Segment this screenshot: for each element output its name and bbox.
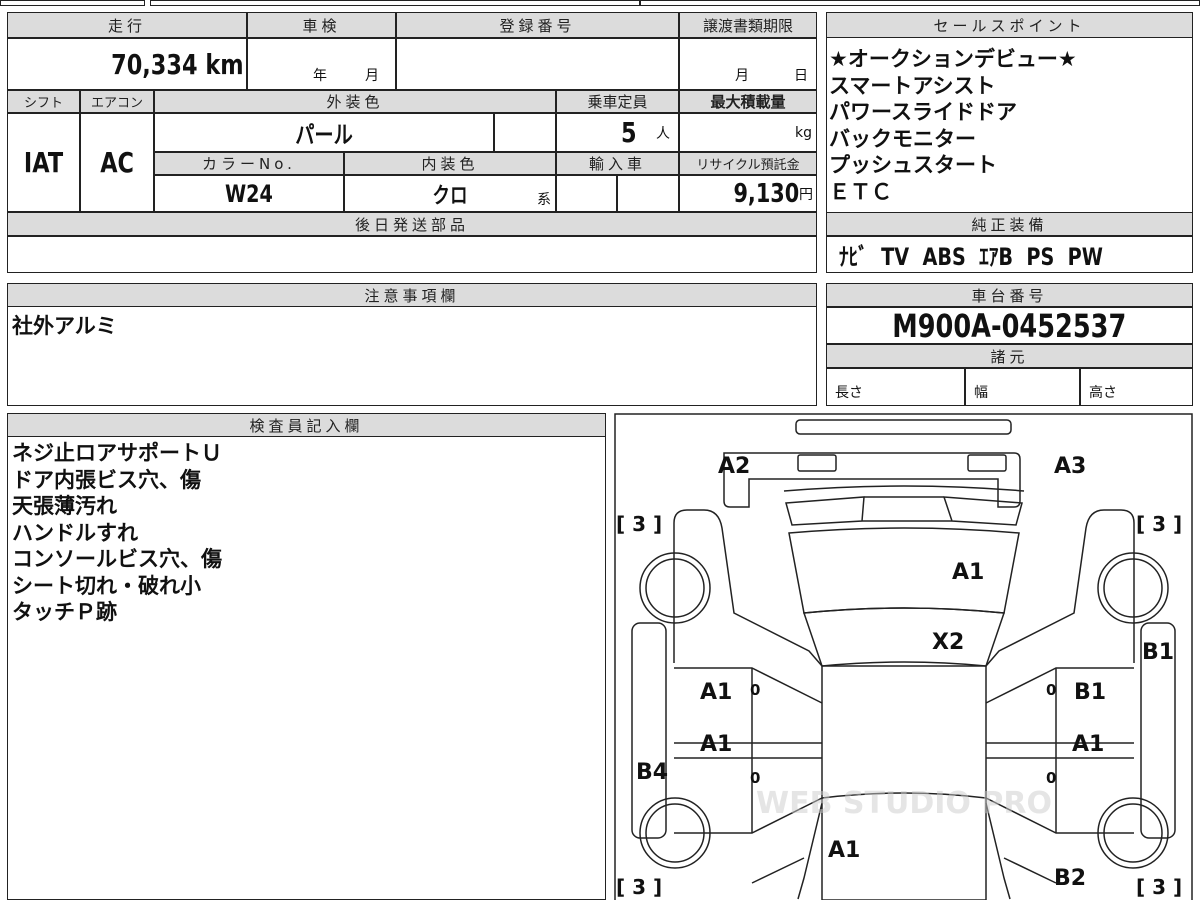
later-parts-value: [7, 236, 817, 273]
shift-label: シフト: [7, 90, 80, 113]
interior-value: クロ: [432, 183, 468, 209]
mark-rear-right-door: A1: [1072, 732, 1104, 757]
tire-front-left: [ 3 ]: [616, 512, 662, 536]
mark-hood: A1: [952, 560, 984, 585]
height-label: 高さ: [1089, 385, 1117, 401]
capacity-unit: 人: [656, 125, 670, 142]
capacity-label: 乗車定員: [556, 90, 679, 113]
headlight-right: [967, 454, 1007, 472]
tire-front-right: [ 3 ]: [1136, 512, 1182, 536]
mark-windshield: X2: [932, 630, 964, 655]
interior-label: 内装色: [344, 152, 556, 175]
sales-label: セールスポイント: [826, 12, 1193, 38]
spec-label: 諸元: [826, 344, 1193, 368]
inspector-item: コンソールビス穴、傷: [12, 547, 222, 571]
sales-item: パワースライドドア: [829, 100, 1017, 124]
top-strip-cell: [150, 0, 640, 6]
inspector-list: ネジ止ロアサポートＵ ドア内張ビス穴、傷 天張薄汚れ ハンドルすれ コンソールビ…: [12, 440, 222, 626]
equipment-label: 純正装備: [826, 212, 1193, 236]
length-label: 長さ: [835, 385, 863, 401]
tire-rear-left: [ 3 ]: [616, 875, 662, 899]
mark-a3: A3: [1054, 454, 1086, 479]
headlight-left: [797, 454, 837, 472]
mileage-label: 走行: [7, 12, 247, 38]
import-cell: [617, 175, 679, 212]
sales-list: ★オークションデビュー★ スマートアシスト パワースライドドア バックモニター …: [829, 46, 1077, 205]
equipment-value: ﾅﾋﾞ TV ABS ｴｱB PS PW: [839, 243, 1103, 271]
inspector-item: タッチＰ跡: [12, 600, 117, 624]
mark-front-right-door: B1: [1074, 680, 1106, 705]
shaken-month: 月: [365, 68, 379, 84]
mileage-value: 70,334 km: [111, 47, 244, 81]
import-cell: [556, 175, 617, 212]
chassis-label: 車台番号: [826, 283, 1193, 307]
diagram-border: [614, 413, 1193, 900]
car-damage-diagram: WEB STUDIO PRO A2 A3 A1 X2 A1 A1 B1 A1 B…: [614, 413, 1193, 900]
inspector-item: ハンドルすれ: [12, 520, 138, 545]
watermark: WEB STUDIO PRO: [756, 786, 1052, 821]
deadline-day: 日: [794, 68, 808, 84]
sales-item: バックモニター: [829, 126, 976, 151]
shift-value: IAT: [23, 146, 64, 179]
sales-item: プッシュスタート: [829, 153, 997, 177]
mark-left-sill: B4: [636, 760, 668, 785]
zero-mark: 0: [750, 769, 760, 787]
left-sill: [631, 622, 667, 839]
notes-label: 注意事項欄: [7, 283, 817, 307]
front-bumper: [795, 419, 1012, 435]
deadline-month: 月: [735, 68, 749, 84]
hood: [788, 527, 1020, 614]
windshield: [802, 607, 1006, 667]
tire-rear-right: [ 3 ]: [1136, 875, 1182, 899]
exterior-value: パール: [295, 121, 353, 149]
recycle-label: リサイクル預託金: [679, 152, 817, 175]
maxload-unit: kg: [795, 124, 812, 141]
roof: [821, 665, 987, 900]
top-strip-cell: [0, 0, 145, 6]
mark-rear-left-door: A1: [700, 732, 732, 757]
inspector-item: ドア内張ビス穴、傷: [12, 467, 201, 492]
inspector-label: 検査員記入欄: [7, 413, 606, 437]
chassis-value: M900A-0452537: [892, 306, 1127, 345]
colorno-label: カラーNo.: [154, 152, 344, 175]
width-label: 幅: [974, 385, 988, 401]
sales-item: ★オークションデビュー★: [829, 47, 1077, 71]
shaken-label: 車検: [247, 12, 396, 38]
ac-label: エアコン: [80, 90, 154, 113]
maxload-label: 最大積載量: [679, 90, 817, 113]
later-parts-label: 後日発送部品: [7, 212, 817, 236]
recycle-value: 9,130: [733, 178, 799, 209]
mark-a2: A2: [718, 454, 750, 479]
notes-value: 社外アルミ: [12, 314, 117, 338]
grille: [783, 485, 1025, 526]
interior-suffix: 系: [537, 192, 551, 208]
inspector-item: シート切れ・破れ小: [12, 573, 201, 598]
sales-item: スマートアシスト: [829, 73, 996, 98]
top-strip-cell: [640, 0, 1200, 6]
zero-mark: 0: [1046, 681, 1056, 699]
zero-mark: 0: [750, 681, 760, 699]
capacity-value: 5: [620, 116, 637, 149]
zero-mark: 0: [1046, 769, 1056, 787]
mark-rear: A1: [828, 838, 860, 863]
registration-value: [396, 38, 679, 90]
inspector-item: ネジ止ロアサポートＵ: [12, 441, 222, 465]
mark-front-left-door: A1: [700, 680, 732, 705]
mark-rear-right-quarter: B2: [1054, 866, 1086, 891]
sales-item: ＥＴＣ: [829, 179, 892, 204]
front-fenders: [673, 509, 1135, 667]
deadline-label: 譲渡書類期限: [679, 12, 817, 38]
exterior-label: 外装色: [154, 90, 556, 113]
ac-value: AC: [100, 146, 134, 179]
import-label: 輸入車: [556, 152, 679, 175]
exterior-extra-cell: [494, 113, 556, 152]
shaken-year: 年: [313, 68, 327, 84]
inspector-item: 天張薄汚れ: [12, 494, 117, 518]
mark-right-sill: B1: [1142, 640, 1174, 665]
colorno-value: W24: [225, 179, 273, 208]
registration-label: 登録番号: [396, 12, 679, 38]
recycle-unit: 円: [799, 186, 813, 203]
